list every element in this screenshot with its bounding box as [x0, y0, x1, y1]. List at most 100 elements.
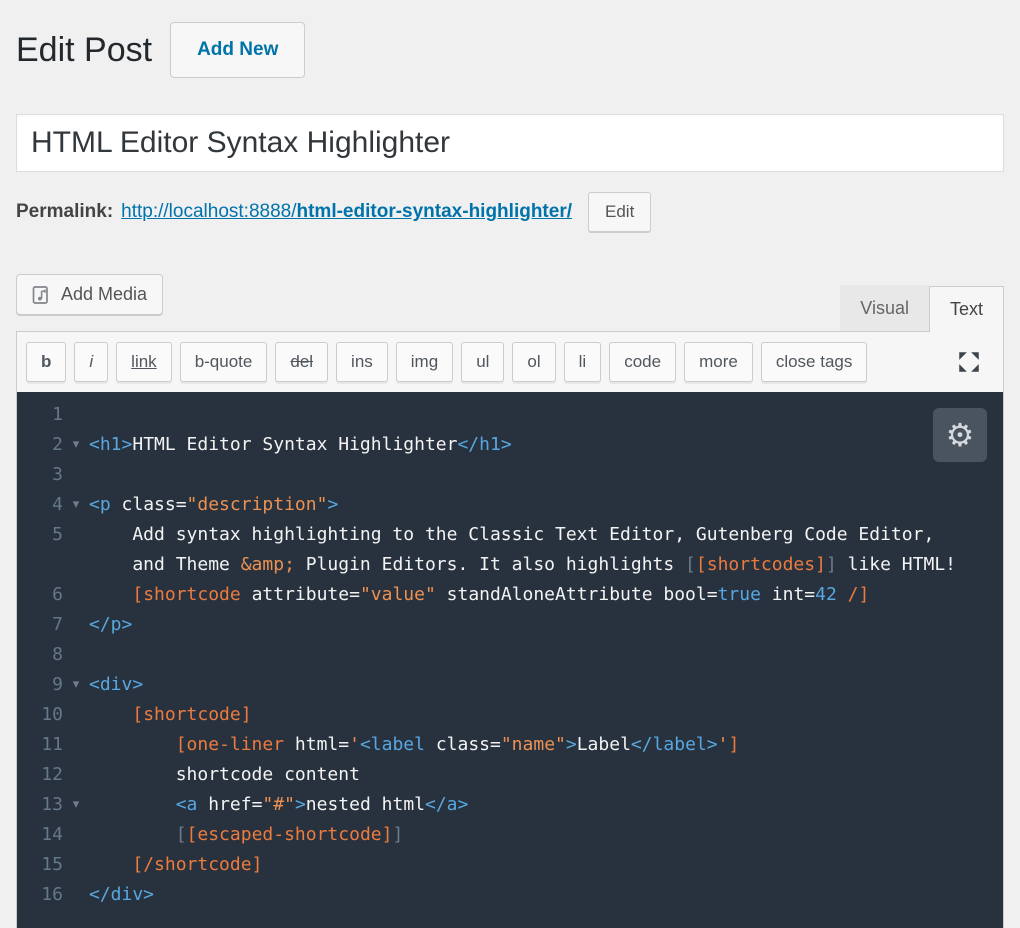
edit-post-page: Edit Post Add New Permalink: http://loca… [0, 0, 1020, 928]
quicktag-ul-button[interactable]: ul [461, 342, 504, 382]
code-line: 16 </div> [17, 880, 1003, 910]
fold-gutter [63, 550, 89, 580]
line-number: 12 [17, 760, 63, 790]
quicktag-b-button[interactable]: b [26, 342, 66, 382]
fold-gutter [63, 880, 89, 910]
code-line: 7</p> [17, 610, 1003, 640]
line-number: 15 [17, 850, 63, 880]
post-title-input[interactable] [16, 114, 1004, 172]
code-line: 6 [shortcode attribute="value" standAlon… [17, 580, 1003, 610]
fold-gutter [63, 820, 89, 850]
quicktag-link-button[interactable]: link [116, 342, 172, 382]
code-line-text: [/shortcode] [89, 850, 262, 880]
code-line: 8 [17, 640, 1003, 670]
code-line: 4▾<p class="description"> [17, 490, 1003, 520]
line-number: 13 [17, 790, 63, 820]
code-line: 2▾<h1>HTML Editor Syntax Highlighter</h1… [17, 430, 1003, 460]
code-line: 15 [/shortcode] [17, 850, 1003, 880]
permalink: Permalink: http://localhost:8888/html-ed… [16, 192, 1004, 232]
code-line: 14 [[escaped-shortcode]] [17, 820, 1003, 850]
add-media-button[interactable]: Add Media [16, 274, 163, 315]
fold-gutter [63, 520, 89, 550]
permalink-link[interactable]: http://localhost:8888/html-editor-syntax… [121, 201, 572, 223]
media-icon [32, 285, 52, 305]
editor-tabs: Visual Text [840, 285, 1004, 331]
line-number: 10 [17, 700, 63, 730]
code-line-text: <h1>HTML Editor Syntax Highlighter</h1> [89, 430, 512, 460]
code-line: 1 [17, 400, 1003, 430]
line-number: 2 [17, 430, 63, 460]
code-line-text: Add syntax highlighting to the Classic T… [89, 520, 934, 550]
fold-gutter [63, 640, 89, 670]
quicktag-li-button[interactable]: li [564, 342, 602, 382]
line-number: 14 [17, 820, 63, 850]
quicktag-more-button[interactable]: more [684, 342, 753, 382]
code-line: 3 [17, 460, 1003, 490]
quicktag-ins-button[interactable]: ins [336, 342, 388, 382]
fold-gutter [63, 400, 89, 430]
code-line-text: [[escaped-shortcode]] [89, 820, 403, 850]
code-editor[interactable]: 12▾<h1>HTML Editor Syntax Highlighter</h… [17, 392, 1003, 928]
permalink-label: Permalink: [16, 201, 113, 223]
code-line-text: [shortcode attribute="value" standAloneA… [89, 580, 869, 610]
permalink-url-base: http://localhost:8888/ [121, 201, 296, 222]
page-title: Edit Post [16, 31, 152, 70]
code-lines: 12▾<h1>HTML Editor Syntax Highlighter</h… [17, 400, 1003, 910]
editor-container: bilinkb-quotedelinsimgulollicodemoreclos… [16, 331, 1004, 928]
media-tabs-row: Add Media Visual Text [16, 274, 1004, 331]
add-media-label: Add Media [61, 284, 147, 305]
fold-gutter [63, 460, 89, 490]
fullscreen-icon[interactable] [956, 349, 982, 375]
code-line-text: <p class="description"> [89, 490, 338, 520]
fold-gutter [63, 610, 89, 640]
fold-arrow-icon[interactable]: ▾ [63, 490, 89, 520]
code-line: 9▾<div> [17, 670, 1003, 700]
tab-visual[interactable]: Visual [840, 285, 929, 331]
code-line-text: <div> [89, 670, 143, 700]
code-line-text: shortcode content [89, 760, 360, 790]
editor-settings-button[interactable]: ⚙ [933, 408, 987, 462]
fold-gutter [63, 580, 89, 610]
line-number: 5 [17, 520, 63, 550]
tab-text[interactable]: Text [929, 286, 1004, 332]
permalink-edit-button[interactable]: Edit [588, 192, 651, 232]
fold-gutter [63, 760, 89, 790]
quicktag-i-button[interactable]: i [74, 342, 108, 382]
code-line-text: </p> [89, 610, 132, 640]
fold-arrow-icon[interactable]: ▾ [63, 790, 89, 820]
code-line-text: </div> [89, 880, 154, 910]
fold-gutter [63, 730, 89, 760]
quicktag-b-quote-button[interactable]: b-quote [180, 342, 268, 382]
quicktag-del-button[interactable]: del [275, 342, 328, 382]
fold-gutter [63, 700, 89, 730]
code-line-text: [one-liner html='<label class="name">Lab… [89, 730, 739, 760]
fold-arrow-icon[interactable]: ▾ [63, 430, 89, 460]
line-number: 16 [17, 880, 63, 910]
line-number: 6 [17, 580, 63, 610]
line-number: 4 [17, 490, 63, 520]
add-new-button[interactable]: Add New [170, 22, 305, 78]
code-line: 11 [one-liner html='<label class="name">… [17, 730, 1003, 760]
line-number: 1 [17, 400, 63, 430]
quicktag-close-tags-button[interactable]: close tags [761, 342, 868, 382]
line-number [17, 550, 63, 580]
code-line: 10 [shortcode] [17, 700, 1003, 730]
quicktag-ol-button[interactable]: ol [512, 342, 555, 382]
line-number: 3 [17, 460, 63, 490]
fold-gutter [63, 850, 89, 880]
line-number: 11 [17, 730, 63, 760]
line-number: 9 [17, 670, 63, 700]
code-line: 12 shortcode content [17, 760, 1003, 790]
quicktag-code-button[interactable]: code [609, 342, 676, 382]
quicktag-img-button[interactable]: img [396, 342, 453, 382]
fold-arrow-icon[interactable]: ▾ [63, 670, 89, 700]
code-line-text: [shortcode] [89, 700, 252, 730]
line-number: 8 [17, 640, 63, 670]
permalink-url-slug: html-editor-syntax-highlighter/ [297, 201, 573, 222]
page-header: Edit Post Add New [16, 22, 1004, 78]
code-line-text: <a href="#">nested html</a> [89, 790, 468, 820]
code-line-text: and Theme &amp; Plugin Editors. It also … [89, 550, 956, 580]
code-line: 13▾ <a href="#">nested html</a> [17, 790, 1003, 820]
gear-icon: ⚙ [946, 419, 975, 451]
quicktags-toolbar: bilinkb-quotedelinsimgulollicodemoreclos… [17, 332, 1003, 392]
